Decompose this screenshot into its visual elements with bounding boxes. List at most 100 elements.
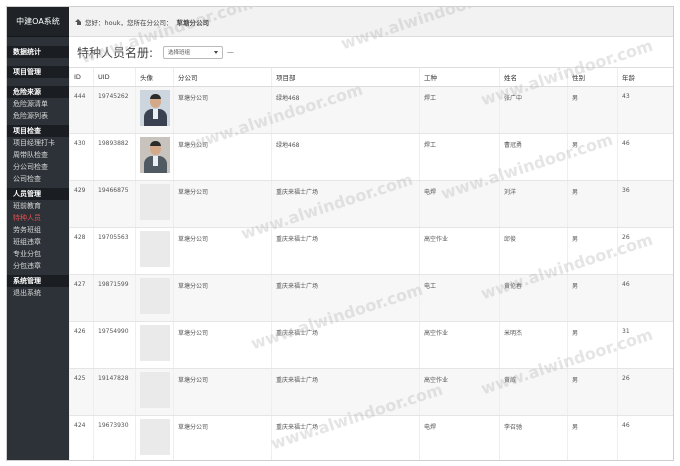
cell-photo [135, 368, 174, 416]
column-header[interactable]: 头像 [135, 67, 174, 87]
avatar[interactable] [140, 325, 170, 361]
avatar[interactable] [140, 137, 170, 173]
avatar[interactable] [140, 372, 170, 408]
sidebar-item[interactable]: 项目经理打卡 [7, 137, 69, 149]
cell-age: 26 [617, 368, 673, 416]
cell-uid: 19745262 [93, 86, 136, 134]
team-select[interactable]: 选择班组 [163, 45, 224, 59]
cell-trade: 电焊 [419, 180, 500, 228]
avatar-shirt [153, 156, 158, 166]
column-header[interactable]: 年龄 [617, 67, 673, 87]
column-header[interactable]: 姓名 [499, 67, 568, 87]
column-header[interactable]: UID [93, 67, 136, 87]
table-row[interactable]: 429 19466875 草塘分公司 重庆来福士广场 电焊 刘洋男 36 [69, 180, 673, 228]
avatar[interactable] [140, 278, 170, 314]
cell-age: 43 [617, 86, 673, 134]
cell-gender: 男 [567, 415, 618, 460]
cell-branch: 草塘分公司 [173, 227, 272, 275]
cell-photo [135, 180, 174, 228]
cell-photo [135, 86, 174, 134]
sidebar-item[interactable]: 特种人员 [7, 212, 69, 224]
table-row[interactable]: 425 19147828 草塘分公司 重庆来福士广场 高空作业 黄威男 26 [69, 368, 673, 416]
cell-branch: 草塘分公司 [173, 415, 272, 460]
column-header[interactable]: 项目部 [271, 67, 420, 87]
avatar[interactable] [140, 231, 170, 267]
cell-name: 刘洋 [499, 180, 568, 228]
sidebar-item[interactable]: 危险源列表 [7, 110, 69, 122]
cell-name: 黄威 [499, 368, 568, 416]
cell-name: 黄伦春 [499, 274, 568, 322]
sidebar-item[interactable]: 劳务班组 [7, 224, 69, 236]
cell-trade: 电焊 [419, 415, 500, 460]
cell-age: 46 [617, 415, 673, 460]
cell-gender: 男 [567, 227, 618, 275]
cell-photo [135, 274, 174, 322]
sidebar-item[interactable]: 周带队检查 [7, 149, 69, 161]
table-row[interactable]: 428 19705563 草塘分公司 重庆来福士广场 高空作业 邱俊男 26 [69, 227, 673, 275]
cell-id: 444 [69, 86, 94, 134]
company-name: 草塘分公司 [176, 18, 209, 27]
table-row[interactable]: 426 19754990 草塘分公司 重庆来福士广场 高空作业 米明杰男 31 [69, 321, 673, 369]
sidebar-item[interactable]: 危险来源 [7, 86, 69, 98]
cell-name: 曹冠勇 [499, 133, 568, 181]
cell-id: 426 [69, 321, 94, 369]
cell-id: 428 [69, 227, 94, 275]
cell-name: 邱俊 [499, 227, 568, 275]
sidebar-menu: 数据统计项目管理危险来源 危险源清单 危险源列表项目检查 项目经理打卡 周带队检查 分公司… [7, 37, 69, 299]
cell-id: 424 [69, 415, 94, 460]
cell-name: 李召驰 [499, 415, 568, 460]
column-header[interactable]: 工种 [419, 67, 500, 87]
sidebar-item[interactable]: 数据统计 [7, 46, 69, 58]
cell-project: 重庆来福士广场 [271, 368, 420, 416]
cell-id: 425 [69, 368, 94, 416]
personnel-table: ID UID 头像 分公司 项目部 工种 姓名 性别 年龄 444 19745262 草塘分公司 绿地… [69, 67, 673, 460]
table-row[interactable]: 430 19893882 草塘分公司 绿地468 焊工 曹冠勇男 46 [69, 133, 673, 181]
sidebar-item[interactable]: 分包违章 [7, 260, 69, 272]
avatar-hair [150, 94, 161, 99]
sidebar-item[interactable]: 分公司检查 [7, 161, 69, 173]
table-row[interactable]: 427 19871599 草塘分公司 重庆来福士广场 电工 黄伦春男 46 [69, 274, 673, 322]
cell-id: 429 [69, 180, 94, 228]
cell-trade: 高空作业 [419, 321, 500, 369]
app-brand: 中建OA系统 [7, 7, 69, 37]
avatar-shirt [153, 109, 158, 119]
sidebar-item[interactable]: 班前教育 [7, 200, 69, 212]
cell-uid: 19147828 [93, 368, 136, 416]
cell-age: 31 [617, 321, 673, 369]
sidebar-item[interactable]: 公司检查 [7, 173, 69, 185]
sidebar-item[interactable]: 退出系统 [7, 287, 69, 299]
sidebar-item[interactable]: 人员管理 [7, 188, 69, 200]
sidebar: 中建OA系统 数据统计项目管理危险来源 危险源清单 危险源列表项目检查 项目经理打卡周… [7, 7, 69, 460]
sidebar-item[interactable]: 项目管理 [7, 66, 69, 78]
cell-photo [135, 133, 174, 181]
sidebar-item[interactable]: 班组违章 [7, 236, 69, 248]
sidebar-item[interactable]: 危险源清单 [7, 98, 69, 110]
table-row[interactable]: 424 19673930 草塘分公司 重庆来福士广场 电焊 李召驰男 46 [69, 415, 673, 460]
cell-id: 427 [69, 274, 94, 322]
column-header[interactable]: ID [69, 67, 94, 87]
top-bar: 您好：houk，您所在分公司： 草塘分公司 [69, 7, 673, 37]
cell-trade: 高空作业 [419, 368, 500, 416]
home-icon [75, 18, 82, 25]
sidebar-item[interactable]: 项目检查 [7, 125, 69, 137]
cell-project: 重庆来福士广场 [271, 321, 420, 369]
cell-gender: 男 [567, 368, 618, 416]
column-header[interactable]: 分公司 [173, 67, 272, 87]
sidebar-item[interactable]: 专业分包 [7, 248, 69, 260]
avatar[interactable] [140, 419, 170, 455]
cell-age: 46 [617, 274, 673, 322]
table-row[interactable]: 444 19745262 草塘分公司 绿地468 焊工 张广中男 43 [69, 86, 673, 134]
avatar-hair [150, 141, 161, 146]
cell-branch: 草塘分公司 [173, 321, 272, 369]
cell-uid: 19705563 [93, 227, 136, 275]
cell-project: 重庆来福士广场 [271, 274, 420, 322]
cell-uid: 19893882 [93, 133, 136, 181]
chevron-down-icon [214, 50, 219, 54]
column-header[interactable]: 性别 [567, 67, 618, 87]
cell-gender: 男 [567, 321, 618, 369]
sidebar-item[interactable]: 系统管理 [7, 275, 69, 287]
avatar[interactable] [140, 90, 170, 126]
cell-branch: 草塘分公司 [173, 368, 272, 416]
avatar[interactable] [140, 184, 170, 220]
cell-photo [135, 321, 174, 369]
